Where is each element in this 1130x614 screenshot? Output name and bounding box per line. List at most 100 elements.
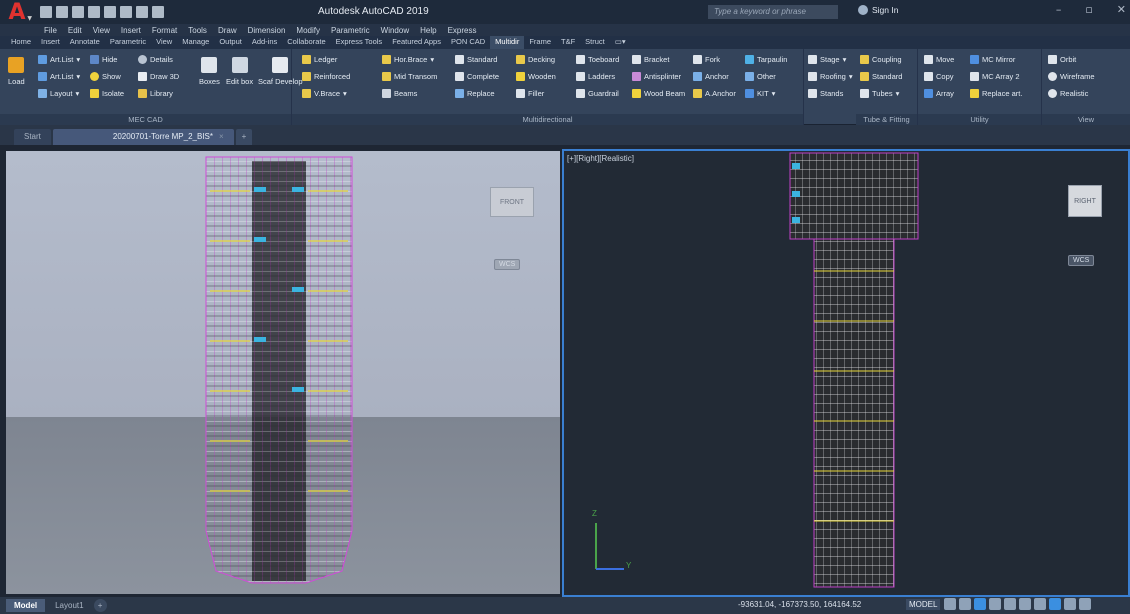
tab-featured-apps[interactable]: Featured Apps xyxy=(387,36,446,49)
mc-mirror-button[interactable]: MC Mirror xyxy=(970,55,1015,64)
mc-array-2-button[interactable]: MC Array 2 xyxy=(970,72,1020,81)
grid-icon[interactable] xyxy=(944,598,956,610)
maximize-icon[interactable]: ▫ xyxy=(1085,3,1092,16)
draw-3d-button[interactable]: Draw 3D xyxy=(138,72,179,81)
wcs-menu[interactable]: WCS xyxy=(494,259,521,270)
start-tab[interactable]: Start xyxy=(14,129,51,145)
artlist-button-2[interactable]: Art.List ▾ xyxy=(38,72,80,81)
orbit-button[interactable]: Orbit xyxy=(1048,55,1076,64)
edit-box-button[interactable]: Edit box xyxy=(226,57,253,86)
boxes-button[interactable]: Boxes xyxy=(199,57,220,86)
stands-button[interactable]: Stands xyxy=(808,89,843,98)
realistic-button[interactable]: Realistic xyxy=(1048,89,1088,98)
toeboard-button[interactable]: Toeboard xyxy=(576,55,619,64)
close-tab-icon[interactable]: × xyxy=(219,129,224,145)
ladders-button[interactable]: Ladders xyxy=(576,72,615,81)
open-icon[interactable] xyxy=(56,6,68,18)
menu-modify[interactable]: Modify xyxy=(296,26,320,35)
viewport-right[interactable]: [+][Right][Realistic] Z Y RIGHT WCS xyxy=(562,149,1130,597)
menu-tools[interactable]: Tools xyxy=(188,26,207,35)
ortho-icon[interactable] xyxy=(974,598,986,610)
array-button[interactable]: Array xyxy=(924,89,954,98)
a-anchor-button[interactable]: A.Anchor xyxy=(693,89,736,98)
tab-collaborate[interactable]: Collaborate xyxy=(282,36,330,49)
kit-button[interactable]: KIT ▾ xyxy=(745,89,775,98)
menu-draw[interactable]: Draw xyxy=(218,26,237,35)
isolate-objects-icon[interactable] xyxy=(1064,598,1076,610)
tab-home[interactable]: Home xyxy=(6,36,36,49)
menu-express[interactable]: Express xyxy=(448,26,477,35)
tab-pon-cad[interactable]: PON CAD xyxy=(446,36,490,49)
roofing-button[interactable]: Roofing ▾ xyxy=(808,72,853,81)
coupling-button[interactable]: Coupling xyxy=(860,55,902,64)
tube-standard-button[interactable]: Standard xyxy=(860,72,902,81)
replace-art-button[interactable]: Replace art. xyxy=(970,89,1022,98)
osnap-icon[interactable] xyxy=(1004,598,1016,610)
menu-insert[interactable]: Insert xyxy=(121,26,141,35)
tab-manage[interactable]: Manage xyxy=(177,36,214,49)
redo-icon[interactable] xyxy=(152,6,164,18)
antisplinter-button[interactable]: Antisplinter xyxy=(632,72,681,81)
wood-beam-button[interactable]: Wood Beam xyxy=(632,89,685,98)
guardrail-button[interactable]: Guardrail xyxy=(576,89,619,98)
mid-transom-button[interactable]: Mid Transom xyxy=(382,72,437,81)
menu-parametric[interactable]: Parametric xyxy=(331,26,370,35)
menu-view[interactable]: View xyxy=(93,26,110,35)
tab-annotate[interactable]: Annotate xyxy=(65,36,105,49)
viewport-front[interactable]: FRONT WCS xyxy=(6,151,560,594)
polar-icon[interactable] xyxy=(989,598,1001,610)
library-button[interactable]: Library xyxy=(138,89,173,98)
tab-multidir[interactable]: Multidir xyxy=(490,36,525,49)
isolate-button[interactable]: Isolate xyxy=(90,89,124,98)
tab-output[interactable]: Output xyxy=(214,36,247,49)
app-menu-button[interactable]: A ▼ xyxy=(0,0,34,25)
search-input[interactable]: Type a keyword or phrase xyxy=(708,5,838,19)
menu-help[interactable]: Help xyxy=(420,26,436,35)
hardware-icon[interactable] xyxy=(1049,598,1061,610)
new-icon[interactable] xyxy=(40,6,52,18)
snap-icon[interactable] xyxy=(959,598,971,610)
layout1-tab[interactable]: Layout1 xyxy=(47,599,91,612)
tab-tf[interactable]: T&F xyxy=(556,36,580,49)
artlist-button-1[interactable]: Art.List ▾ xyxy=(38,55,80,64)
anchor-button[interactable]: Anchor xyxy=(693,72,729,81)
beams-button[interactable]: Beams xyxy=(382,89,417,98)
menu-file[interactable]: File xyxy=(44,26,57,35)
wcs-menu-right[interactable]: WCS xyxy=(1068,255,1095,266)
wooden-button[interactable]: Wooden xyxy=(516,72,556,81)
view-cube-front[interactable]: FRONT xyxy=(490,187,534,217)
standard-button[interactable]: Standard xyxy=(455,55,497,64)
add-layout-button[interactable]: + xyxy=(93,599,107,612)
tab-frame[interactable]: Frame xyxy=(524,36,556,49)
wireframe-button[interactable]: Wireframe xyxy=(1048,72,1095,81)
tab-parametric[interactable]: Parametric xyxy=(105,36,151,49)
plus-icon[interactable] xyxy=(1034,598,1046,610)
tab-insert[interactable]: Insert xyxy=(36,36,65,49)
hide-button[interactable]: Hide xyxy=(90,55,117,64)
new-tab-button[interactable]: + xyxy=(235,129,253,145)
menu-format[interactable]: Format xyxy=(152,26,177,35)
close-icon[interactable]: ✕ xyxy=(1117,3,1126,16)
fork-button[interactable]: Fork xyxy=(693,55,720,64)
view-cube-right[interactable]: RIGHT xyxy=(1068,185,1102,217)
bracket-button[interactable]: Bracket xyxy=(632,55,669,64)
model-tab[interactable]: Model xyxy=(6,599,46,612)
tab-add-ins[interactable]: Add-ins xyxy=(247,36,282,49)
plot-icon[interactable] xyxy=(104,6,116,18)
decking-button[interactable]: Decking xyxy=(516,55,555,64)
other-button[interactable]: Other xyxy=(745,72,776,81)
customize-icon[interactable] xyxy=(1079,598,1091,610)
undo-icon[interactable] xyxy=(136,6,148,18)
sign-in-button[interactable]: Sign In xyxy=(858,5,898,15)
file-tab[interactable]: 20200701-Torre MP_2_BIS* × xyxy=(52,129,234,145)
details-button[interactable]: Details xyxy=(138,55,173,64)
model-space-toggle[interactable]: MODEL xyxy=(906,599,941,610)
tab-express-tools[interactable]: Express Tools xyxy=(331,36,388,49)
copy-button[interactable]: Copy xyxy=(924,72,954,81)
tab-view[interactable]: View xyxy=(151,36,177,49)
tarpaulin-button[interactable]: Tarpaulin xyxy=(745,55,787,64)
save-as-icon[interactable] xyxy=(88,6,100,18)
layout-button[interactable]: Layout ▾ xyxy=(38,89,79,98)
settings-icon[interactable] xyxy=(1019,598,1031,610)
hor-brace-button[interactable]: Hor.Brace ▾ xyxy=(382,55,434,64)
